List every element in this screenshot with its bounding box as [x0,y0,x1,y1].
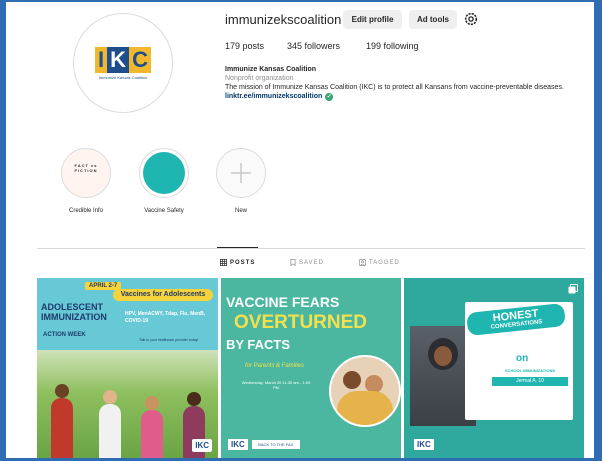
post-photo-family [329,355,401,427]
plus-icon [231,163,251,183]
followers-count[interactable]: 345 followers [287,41,340,51]
highlight-cover [216,148,266,198]
child-head [55,384,69,398]
following-count[interactable]: 199 following [366,41,419,51]
post-title-line: OVERTURNED [234,312,368,333]
tab-posts[interactable]: POSTS [220,259,255,266]
profile-username: immunizekscoalition [225,12,342,27]
post-ikc-logo: IKC [414,439,434,450]
post-subtitle: for Parents & Families [245,363,305,369]
post-thumbnail[interactable]: HONEST CONVERSATIONS on SCHOOL IMMUNIZAT… [404,278,584,458]
highlight-cover-text: FACT vs FICTION [74,163,98,173]
post-headline: Vaccines for Adolescents [113,289,213,301]
profile-avatar[interactable]: I K C Immunize Kansas Coalition [73,13,173,113]
child-figure [99,404,121,458]
child-figure [141,410,163,458]
highlight-credible-info[interactable]: FACT vs FICTION Credible Info [59,148,113,214]
tab-tagged-label: TAGGED [369,259,400,266]
bio-description: The mission of Immunize Kansas Coalition… [225,84,564,91]
window-frame-left [0,0,6,461]
post-date: Jermal A. 10 [492,377,568,386]
posts-count: 179 posts [225,41,265,51]
bookmark-icon [290,259,296,266]
child-head [187,392,201,406]
post-title-line: VACCINE FEARS [226,294,340,310]
post-footer: IKC BACK TO THE FAX [228,439,300,450]
window-frame-right [594,0,602,461]
highlight-cover-image [143,152,185,194]
post-ikc-logo: IKC [192,439,212,452]
post-ikc-logo: IKC [228,439,248,450]
window-frame-top [0,0,602,2]
logo-letter-k: K [107,46,130,73]
ad-tools-button[interactable]: Ad tools [409,10,457,29]
highlight-label: New [234,208,247,214]
tabs-divider [37,248,585,249]
ikc-logo: I K C Immunize Kansas Coalition [92,46,154,80]
post-vaccine-list: HPV, MenACWY, Tdap, Flu, MenB, COVID-19 [125,311,206,324]
tab-posts-label: POSTS [230,259,256,266]
tab-tagged[interactable]: TAGGED [359,259,400,266]
post-thumbnail[interactable]: APRIL 2-7 ADOLESCENT IMMUNIZATION ACTION… [37,278,218,458]
post-date: Wednesday, March 20 11:30 am - 1:00 PM [241,380,311,390]
child-figure [51,398,73,458]
highlight-cover [139,148,189,198]
active-tab-indicator [217,247,258,248]
post-topic: SCHOOL IMMUNIZATIONS [504,368,556,373]
profile-bio: Immunize Kansas Coalition Nonprofit orga… [225,65,595,101]
child-head [145,396,159,410]
logo-letter-c: C [129,46,151,73]
post-thumbnail[interactable]: VACCINE FEARS OVERTURNED BY FACTS for Pa… [221,278,401,458]
grid-icon [220,259,227,266]
post-photo-children [37,350,218,458]
highlight-label: Credible Info [68,208,104,214]
logo-subtitle: Immunize Kansas Coalition [98,74,148,80]
bio-link-text[interactable]: linktr.ee/immunizekscoalition [225,92,322,101]
tag-icon [359,259,366,266]
child-head [103,390,117,404]
post-badge: BACK TO THE FAX [251,440,300,449]
carousel-icon [568,284,578,294]
tab-saved-label: SAVED [299,259,324,266]
verified-check-icon: ✓ [325,92,334,101]
edit-profile-button[interactable]: Edit profile [343,10,402,29]
post-week: ACTION WEEK [43,332,86,338]
bio-name: Immunize Kansas Coalition [225,66,317,73]
highlight-label: Vaccine Safety [144,208,184,214]
highlight-vaccine-safety[interactable]: Vaccine Safety [137,148,191,214]
logo-letter-i: I [95,46,108,73]
tab-saved[interactable]: SAVED [290,259,324,266]
settings-gear-icon[interactable] [463,11,479,27]
post-title-line: BY FACTS [226,337,291,352]
post-connector: on [516,353,529,364]
post-title: ADOLESCENT IMMUNIZATION [41,302,107,322]
bio-category: Nonprofit organization [225,75,294,82]
bio-link[interactable]: linktr.ee/immunizekscoalition ✓ [225,92,334,101]
highlight-new[interactable]: New [214,148,268,214]
post-note: Talk to your healthcare provider today! [139,338,199,342]
highlight-cover: FACT vs FICTION [61,148,111,198]
